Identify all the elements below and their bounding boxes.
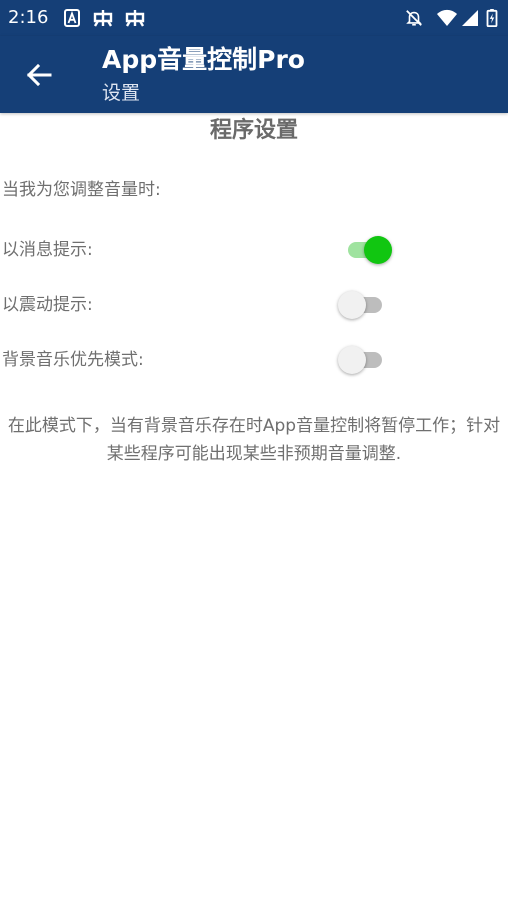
intro-text: 当我为您调整音量时: <box>2 180 161 200</box>
switch-thumb <box>338 346 366 374</box>
app-bar: App音量控制Pro 设置 <box>0 36 508 113</box>
setting-background-music-priority: 背景音乐优先模式: <box>0 340 508 380</box>
cell-signal-icon <box>462 10 478 26</box>
app-subtitle: 设置 <box>102 82 141 104</box>
background-music-priority-switch[interactable] <box>336 344 394 376</box>
status-bar: 2:16 <box>0 0 508 36</box>
mode-description: 在此模式下，当有背景音乐存在时App音量控制将暂停工作；针对某些程序可能出现某些… <box>7 416 501 464</box>
a-badge-icon <box>64 9 80 27</box>
status-time: 2:16 <box>8 7 49 28</box>
bug-icon <box>125 10 145 27</box>
arrow-back-icon <box>26 63 52 87</box>
setting-label: 以消息提示: <box>2 240 93 260</box>
setting-label: 以震动提示: <box>2 295 93 315</box>
wifi-icon <box>437 9 457 26</box>
vibration-prompt-switch[interactable] <box>336 289 394 321</box>
setting-message-prompt: 以消息提示: <box>0 230 508 270</box>
section-title: 程序设置 <box>209 118 298 143</box>
setting-label: 背景音乐优先模式: <box>2 350 144 370</box>
back-button[interactable] <box>20 56 58 94</box>
switch-thumb <box>364 236 392 264</box>
bug-icon <box>93 10 113 27</box>
switch-thumb <box>338 291 366 319</box>
notifications-off-icon <box>406 10 422 26</box>
app-title: App音量控制Pro <box>102 45 305 74</box>
battery-charging-icon <box>486 9 498 27</box>
setting-vibration-prompt: 以震动提示: <box>0 285 508 325</box>
message-prompt-switch[interactable] <box>336 234 394 266</box>
